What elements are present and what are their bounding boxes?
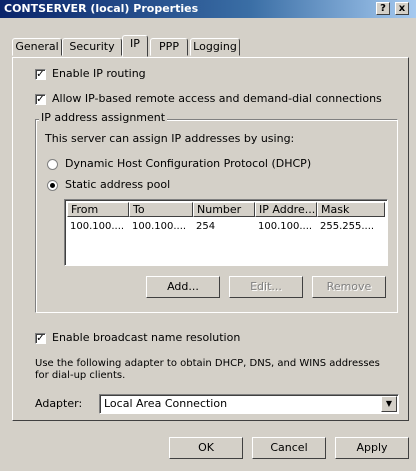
remove-button-label: Remove: [326, 280, 372, 293]
ok-button[interactable]: OK: [169, 437, 243, 459]
cell-number: 254: [196, 221, 216, 232]
help-button[interactable]: ?: [376, 2, 390, 15]
column-header-mask[interactable]: Mask: [317, 202, 385, 217]
column-header-to[interactable]: To: [129, 202, 193, 217]
title-bar: CONTSERVER (local) Properties ? x: [0, 0, 416, 18]
cell-to: 100.100....: [132, 221, 187, 232]
allow-ip-remote-label: Allow IP-based remote access and demand-…: [52, 92, 382, 105]
column-header-number[interactable]: Number: [193, 202, 255, 217]
address-pool-list[interactable]: From To Number IP Addre... Mask 100.100.…: [64, 199, 388, 266]
cancel-button[interactable]: Cancel: [252, 437, 326, 459]
enable-ip-routing-label: Enable IP routing: [52, 67, 146, 80]
adapter-select[interactable]: Local Area Connection ▼: [99, 394, 399, 414]
dhcp-radio[interactable]: [47, 159, 58, 170]
tab-general[interactable]: General: [12, 38, 62, 56]
ip-assignment-description: This server can assign IP addresses by u…: [45, 132, 295, 145]
remove-button[interactable]: Remove: [312, 276, 386, 298]
dhcp-radio-label: Dynamic Host Configuration Protocol (DHC…: [65, 157, 312, 170]
adapter-select-value: Local Area Connection: [104, 397, 228, 410]
column-header-ip-address[interactable]: IP Addre...: [255, 202, 317, 217]
cell-ip-address: 100.100....: [258, 221, 313, 232]
ip-assignment-group-label: IP address assignment: [39, 111, 168, 124]
tab-security[interactable]: Security: [62, 38, 122, 56]
cell-mask: 255.255....: [320, 221, 375, 232]
tab-ppp[interactable]: PPP: [150, 38, 188, 56]
close-button[interactable]: x: [395, 2, 409, 15]
window-title: CONTSERVER (local) Properties: [4, 2, 199, 15]
enable-ip-routing-checkbox[interactable]: ✓: [35, 69, 46, 80]
apply-button[interactable]: Apply: [335, 437, 409, 459]
add-button-label: Add...: [167, 280, 199, 293]
allow-ip-remote-checkbox[interactable]: ✓: [35, 94, 46, 105]
cell-from: 100.100....: [70, 221, 125, 232]
chevron-down-icon[interactable]: ▼: [381, 396, 397, 412]
add-button[interactable]: Add...: [146, 276, 220, 298]
static-pool-radio[interactable]: [47, 180, 58, 191]
static-pool-radio-label: Static address pool: [65, 178, 171, 191]
broadcast-label: Enable broadcast name resolution: [52, 331, 241, 344]
radio-selected-dot: [50, 183, 55, 188]
column-header-from[interactable]: From: [67, 202, 129, 217]
tab-ip[interactable]: IP: [122, 35, 148, 57]
adapter-note: Use the following adapter to obtain DHCP…: [35, 358, 380, 381]
tab-logging[interactable]: Logging: [190, 38, 240, 56]
edit-button[interactable]: Edit...: [229, 276, 303, 298]
broadcast-checkbox[interactable]: ✓: [35, 333, 46, 344]
edit-button-label: Edit...: [250, 280, 282, 293]
adapter-label: Adapter:: [35, 397, 83, 410]
